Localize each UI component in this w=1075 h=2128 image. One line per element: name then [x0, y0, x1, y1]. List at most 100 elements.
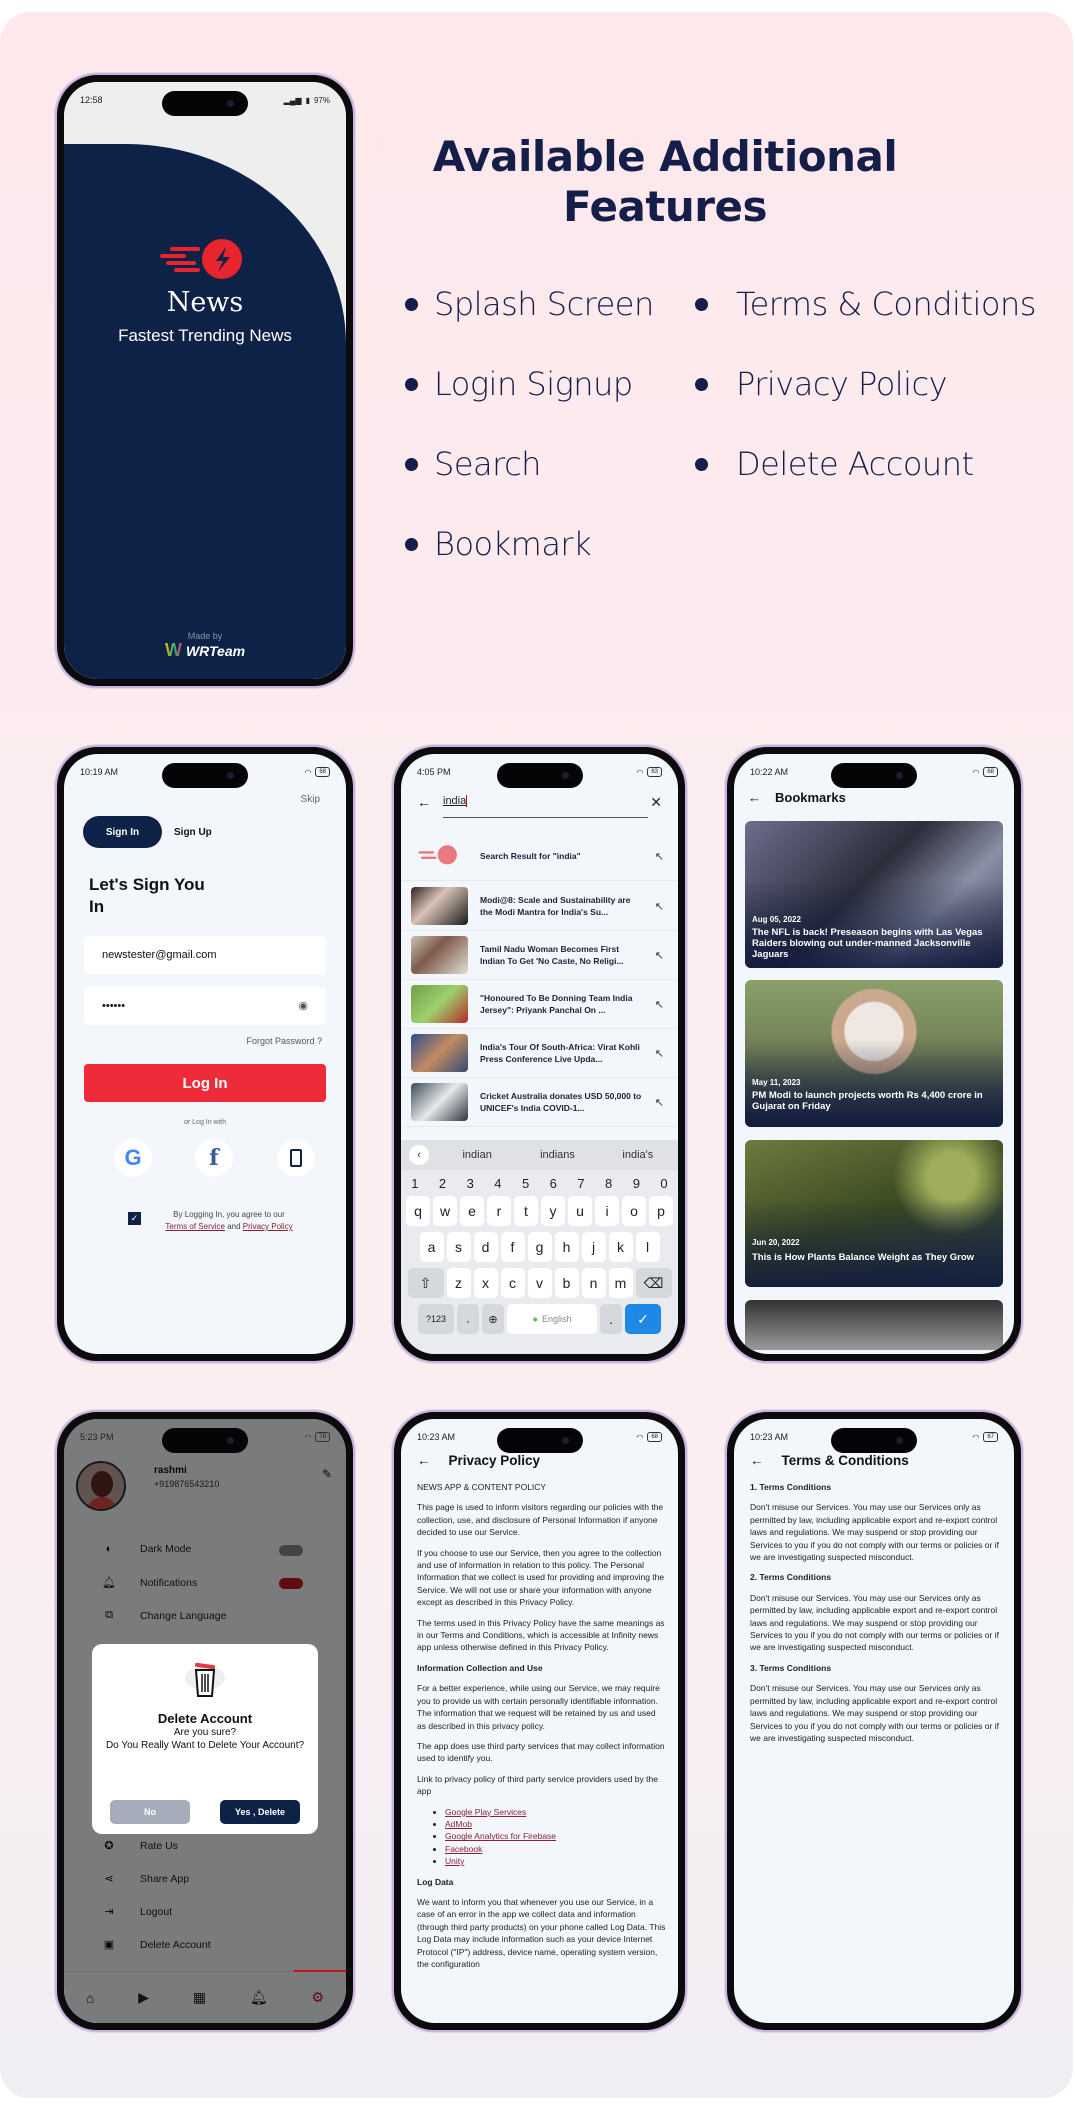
- terms-of-service-link[interactable]: Terms of Service: [165, 1222, 225, 1231]
- link-google-play-services[interactable]: Google Play Services: [445, 1807, 526, 1817]
- arrow-up-left-icon[interactable]: ↖: [655, 998, 664, 1011]
- space-key[interactable]: ● English: [507, 1304, 597, 1334]
- leaf-icon: ●: [532, 1314, 538, 1324]
- phone-login-button[interactable]: [277, 1139, 315, 1177]
- search-input[interactable]: india: [443, 795, 648, 819]
- key[interactable]: n: [581, 1268, 606, 1298]
- dialog-message: Are you sure?: [173, 1727, 237, 1738]
- close-icon[interactable]: ✕: [650, 794, 662, 811]
- bookmark-card[interactable]: Aug 05, 2022 The NFL is back! Preseason …: [745, 821, 1003, 968]
- section-heading: 3. Terms Conditions: [750, 1662, 832, 1673]
- shift-icon[interactable]: ⇧: [407, 1268, 444, 1298]
- key[interactable]: k: [608, 1232, 633, 1262]
- search-result-item[interactable]: "Honoured To Be Donning Team India Jerse…: [401, 980, 678, 1029]
- key[interactable]: g: [527, 1232, 552, 1262]
- section-heading: Information Collection and Use: [417, 1662, 543, 1673]
- search-result-item[interactable]: Cricket Australia donates USD 50,000 to …: [401, 1078, 678, 1127]
- search-result-item[interactable]: India's Tour Of South-Africa: Virat Kohl…: [401, 1029, 678, 1078]
- tab-sign-up[interactable]: Sign Up: [174, 816, 212, 848]
- login-button[interactable]: Log In: [84, 1064, 326, 1102]
- key[interactable]: 3: [467, 1176, 474, 1191]
- facebook-login-button[interactable]: f: [195, 1139, 233, 1177]
- suggestion-item[interactable]: india's: [598, 1149, 678, 1161]
- password-field[interactable]: •••••• ◉: [84, 987, 326, 1025]
- back-arrow-icon[interactable]: ←: [417, 1453, 431, 1468]
- link-facebook[interactable]: Facebook: [445, 1844, 482, 1854]
- key[interactable]: 1: [411, 1176, 418, 1191]
- tab-sign-in[interactable]: Sign In: [83, 816, 162, 848]
- google-login-button[interactable]: G: [114, 1139, 152, 1177]
- symbols-key[interactable]: ?123: [418, 1304, 454, 1334]
- bookmark-card[interactable]: Jun 20, 2022 This is How Plants Balance …: [745, 1140, 1003, 1287]
- search-result-header[interactable]: Search Result for "india" ↖: [401, 832, 678, 881]
- suggestion-item[interactable]: indians: [517, 1149, 597, 1161]
- back-arrow-icon[interactable]: ←: [750, 1453, 764, 1468]
- key[interactable]: 8: [605, 1176, 612, 1191]
- key[interactable]: 9: [633, 1176, 640, 1191]
- key[interactable]: u: [568, 1196, 592, 1226]
- list-item: Unity: [445, 1855, 666, 1867]
- key[interactable]: p: [649, 1196, 673, 1226]
- globe-icon[interactable]: ⊕: [482, 1304, 504, 1334]
- back-arrow-icon[interactable]: ←: [417, 794, 431, 810]
- link-unity[interactable]: Unity: [445, 1856, 464, 1866]
- arrow-up-left-icon[interactable]: ↖: [655, 900, 664, 913]
- key[interactable]: 5: [522, 1176, 529, 1191]
- search-result-item[interactable]: Tamil Nadu Woman Becomes First Indian To…: [401, 931, 678, 980]
- key[interactable]: a: [419, 1232, 444, 1262]
- key[interactable]: h: [554, 1232, 579, 1262]
- key[interactable]: d: [473, 1232, 498, 1262]
- battery-level: 97%: [313, 95, 330, 105]
- phone-login: 10:19 AM ◠ 68 Skip Sign In Sign Up Let's …: [55, 745, 355, 1363]
- link-admob[interactable]: AdMob: [445, 1819, 472, 1829]
- arrow-up-left-icon[interactable]: ↖: [655, 1096, 664, 1109]
- no-button[interactable]: No: [110, 1800, 190, 1824]
- key[interactable]: v: [527, 1268, 552, 1298]
- key[interactable]: y: [541, 1196, 565, 1226]
- key[interactable]: l: [635, 1232, 660, 1262]
- yes-delete-button[interactable]: Yes , Delete: [220, 1800, 300, 1824]
- privacy-policy-link[interactable]: Privacy Policy: [243, 1222, 293, 1231]
- skip-button[interactable]: Skip: [301, 794, 320, 805]
- key[interactable]: w: [433, 1196, 457, 1226]
- status-time: 10:23 AM: [417, 1432, 456, 1442]
- key[interactable]: x: [473, 1268, 498, 1298]
- comma-key[interactable]: ,: [457, 1304, 479, 1334]
- key[interactable]: 4: [494, 1176, 501, 1191]
- search-result-item[interactable]: Modi@8: Scale and Sustainability are the…: [401, 882, 678, 931]
- link-google-analytics[interactable]: Google Analytics for Firebase: [445, 1831, 556, 1841]
- key[interactable]: 7: [577, 1176, 584, 1191]
- suggestion-item[interactable]: indian: [437, 1149, 517, 1161]
- key[interactable]: o: [622, 1196, 646, 1226]
- key[interactable]: s: [446, 1232, 471, 1262]
- arrow-up-left-icon[interactable]: ↖: [655, 1047, 664, 1060]
- key[interactable]: m: [608, 1268, 633, 1298]
- key[interactable]: z: [446, 1268, 471, 1298]
- key[interactable]: t: [514, 1196, 538, 1226]
- forgot-password-link[interactable]: Forgot Password ?: [246, 1036, 322, 1046]
- key[interactable]: f: [500, 1232, 525, 1262]
- key[interactable]: q: [406, 1196, 430, 1226]
- key[interactable]: 2: [439, 1176, 446, 1191]
- backspace-icon[interactable]: ⌫: [635, 1268, 672, 1298]
- status-bar: 10:22 AM ◠ 68: [750, 764, 998, 780]
- key[interactable]: i: [595, 1196, 619, 1226]
- bookmark-card[interactable]: [745, 1300, 1003, 1350]
- key[interactable]: 0: [660, 1176, 667, 1191]
- arrow-up-left-icon[interactable]: ↖: [655, 850, 664, 863]
- period-key[interactable]: .: [600, 1304, 622, 1334]
- paragraph: The app does use third party services th…: [417, 1740, 665, 1764]
- key[interactable]: b: [554, 1268, 579, 1298]
- key[interactable]: r: [487, 1196, 511, 1226]
- key[interactable]: c: [500, 1268, 525, 1298]
- key[interactable]: e: [460, 1196, 484, 1226]
- arrow-up-left-icon[interactable]: ↖: [655, 949, 664, 962]
- email-field[interactable]: newstester@gmail.com: [84, 936, 326, 974]
- eye-icon[interactable]: ◉: [298, 999, 308, 1012]
- chevron-left-icon[interactable]: ‹: [409, 1145, 429, 1165]
- key[interactable]: 6: [550, 1176, 557, 1191]
- bookmark-card[interactable]: May 11, 2023 PM Modi to launch projects …: [745, 980, 1003, 1127]
- back-arrow-icon[interactable]: ←: [748, 790, 761, 805]
- key[interactable]: j: [581, 1232, 606, 1262]
- checkmark-icon[interactable]: ✓: [625, 1304, 661, 1334]
